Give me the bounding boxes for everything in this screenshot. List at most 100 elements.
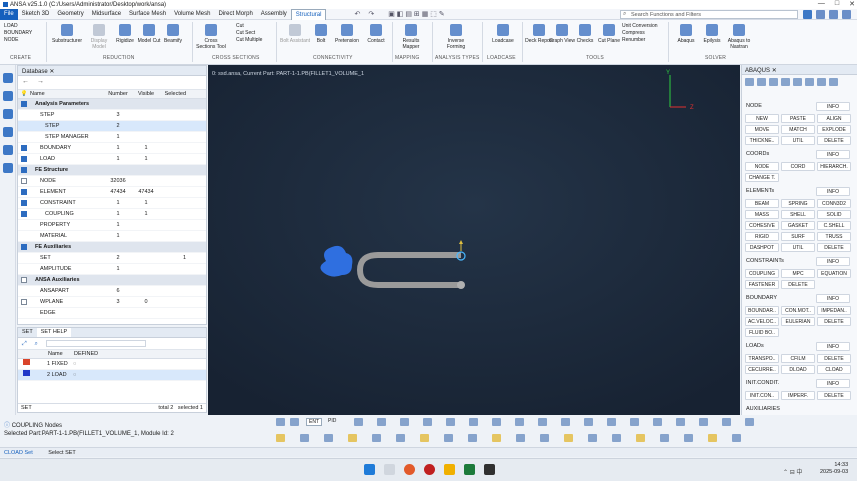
lock-icon[interactable] xyxy=(732,434,741,442)
abaqus-info-button[interactable]: INFO xyxy=(816,379,850,388)
database-row[interactable]: ANSA Auxiliaries xyxy=(18,275,206,286)
entity-selector[interactable]: ENT xyxy=(306,418,322,426)
lists-icon[interactable] xyxy=(3,109,13,119)
tab-surface-mesh[interactable]: Surface Mesh xyxy=(125,9,170,20)
pid-icon[interactable] xyxy=(300,434,309,442)
database-row[interactable]: STEP MANAGER 1 xyxy=(18,132,206,143)
camera-icon[interactable] xyxy=(745,418,754,426)
row-checkbox[interactable] xyxy=(18,176,30,186)
set-search-input[interactable] xyxy=(45,340,146,347)
abaqus-action-button[interactable]: DELETE xyxy=(817,354,851,363)
abaqus-action-button[interactable]: UTIL xyxy=(781,243,815,252)
dim-icon[interactable] xyxy=(636,434,645,442)
pretension-button[interactable]: Pretension xyxy=(332,24,362,44)
tab-geometry[interactable]: Geometry xyxy=(53,9,87,20)
database-row[interactable]: CONSTRAINT 1 1 xyxy=(18,198,206,209)
help-icon[interactable] xyxy=(816,10,825,19)
cut-multiple-item[interactable]: Cut Multiple xyxy=(236,37,262,44)
row-checkbox[interactable] xyxy=(18,275,30,285)
abaqus-action-button[interactable]: BOUNDAR.. xyxy=(745,306,779,315)
quick-tools-icon[interactable]: ▣ ◧ ▤ ⊞ ▦ ⬚ ✎ xyxy=(388,10,444,18)
abaqus-to-nastran-button[interactable]: Abaqus to Nastran xyxy=(724,24,754,50)
zoom-icon[interactable] xyxy=(377,418,386,426)
perimeter-icon[interactable] xyxy=(607,418,616,426)
abaqus-section-title[interactable]: COORDs xyxy=(746,151,769,157)
abaqus-tool-2-icon[interactable] xyxy=(757,78,766,86)
abaqus-section-title[interactable]: LOADs xyxy=(746,343,764,349)
abaqus-action-button[interactable]: THICKNE.. xyxy=(745,136,779,145)
abaqus-action-button[interactable]: RIGID xyxy=(745,232,779,241)
abaqus-action-button[interactable]: EULERIAN xyxy=(781,317,815,326)
cross-sections-tool-button[interactable]: Cross Sections Tool xyxy=(196,24,226,50)
abaqus-action-button[interactable]: SOLID xyxy=(817,210,851,219)
database-row[interactable]: NODE 32036 xyxy=(18,176,206,187)
part-icon[interactable] xyxy=(276,434,285,442)
parts-icon[interactable] xyxy=(3,91,13,101)
database-icon[interactable] xyxy=(3,73,13,83)
abaqus-info-button[interactable]: INFO xyxy=(816,342,850,351)
abaqus-info-button[interactable]: INFO xyxy=(816,257,850,266)
tab-structural[interactable]: Structural xyxy=(290,8,327,20)
abaqus-action-button[interactable]: NODE xyxy=(745,162,779,171)
select-icon[interactable] xyxy=(276,418,285,426)
database-row[interactable]: ELEMENT 47434 47434 xyxy=(18,187,206,198)
abaqus-action-button[interactable]: CECURRE.. xyxy=(745,365,779,374)
row-checkbox[interactable] xyxy=(18,253,30,263)
abaqus-action-button[interactable]: CHANGE T. xyxy=(745,173,779,182)
pipe-end-free[interactable] xyxy=(457,281,465,289)
tab-midsurface[interactable]: Midsurface xyxy=(88,9,125,20)
database-row[interactable]: FE Structure xyxy=(18,165,206,176)
abaqus-action-button[interactable]: IMPERF. xyxy=(781,391,815,400)
contact-button[interactable]: Contact xyxy=(361,24,391,44)
create-node[interactable]: NODE xyxy=(4,37,32,44)
feature-icon[interactable] xyxy=(584,418,593,426)
pin-icon[interactable] xyxy=(684,434,693,442)
snap-icon[interactable] xyxy=(708,434,717,442)
terminal-icon[interactable] xyxy=(484,464,495,475)
row-checkbox[interactable] xyxy=(18,297,30,307)
abaqus-info-button[interactable]: INFO xyxy=(816,150,850,159)
abaqus-tool-4-icon[interactable] xyxy=(781,78,790,86)
abaqus-action-button[interactable]: FASTENER xyxy=(745,280,779,289)
abaqus-tool-1-icon[interactable] xyxy=(745,78,754,86)
row-checkbox[interactable] xyxy=(18,220,30,230)
row-checkbox[interactable] xyxy=(18,121,30,131)
abaqus-action-button[interactable]: DELETE xyxy=(781,280,815,289)
cut-plane-button[interactable]: Cut Plane xyxy=(594,24,624,44)
abaqus-action-button[interactable]: CORD xyxy=(781,162,815,171)
bc-icon[interactable] xyxy=(420,434,429,442)
node-icon[interactable] xyxy=(653,418,662,426)
shade-icon[interactable] xyxy=(561,418,570,426)
abaqus-info-button[interactable]: INFO xyxy=(816,294,850,303)
search-taskbar-icon[interactable] xyxy=(384,464,395,475)
move-icon[interactable] xyxy=(290,418,299,426)
tab-file[interactable]: File xyxy=(0,8,18,20)
redo-icon[interactable]: ↷ xyxy=(368,10,374,18)
model-browser-icon[interactable] xyxy=(3,163,13,173)
database-row[interactable]: EDGE xyxy=(18,308,206,319)
abaqus-action-button[interactable]: SHELL xyxy=(781,210,815,219)
abaqus-action-button[interactable]: TRANSPO.. xyxy=(745,354,779,363)
start-icon[interactable] xyxy=(364,464,375,475)
database-row[interactable]: MATERIAL 1 xyxy=(18,231,206,242)
abaqus-action-button[interactable]: C.SHELL xyxy=(817,221,851,230)
hide-icon[interactable] xyxy=(423,418,432,426)
abaqus-tab[interactable]: ABAQUS ✕ xyxy=(742,65,857,75)
set-col-name[interactable]: Name xyxy=(48,350,74,358)
abaqus-section-title[interactable]: AUXILIARIES xyxy=(746,406,780,412)
col-number[interactable]: Number xyxy=(103,90,133,98)
abaqus-tool-6-icon[interactable] xyxy=(805,78,814,86)
database-row[interactable]: COUPLING 1 1 xyxy=(18,209,206,220)
beamify-button[interactable]: Beamify xyxy=(158,24,188,44)
grid-icon[interactable] xyxy=(630,418,639,426)
epilysis-button[interactable]: Epilysis xyxy=(697,24,727,44)
abaqus-info-button[interactable]: INFO xyxy=(816,102,850,111)
database-row[interactable]: STEP 3 xyxy=(18,110,206,121)
abaqus-action-button[interactable]: UTIL xyxy=(781,136,815,145)
properties-icon[interactable] xyxy=(3,127,13,137)
layer-icon[interactable] xyxy=(516,434,525,442)
cons-icon[interactable] xyxy=(372,434,381,442)
layout-icon[interactable] xyxy=(829,10,838,19)
row-checkbox[interactable] xyxy=(18,165,30,175)
pid-selector[interactable]: PID xyxy=(326,418,338,424)
